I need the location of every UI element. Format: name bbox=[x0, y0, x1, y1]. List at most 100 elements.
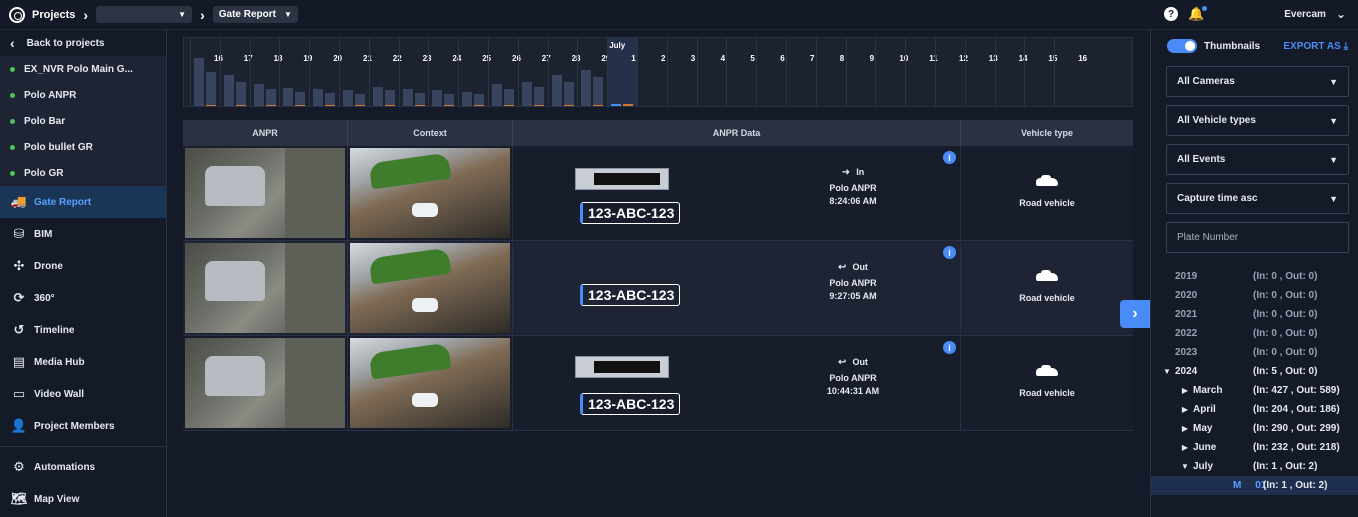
camera-item[interactable]: Polo bullet GR bbox=[0, 134, 166, 160]
caret-down-icon: ▼ bbox=[1329, 115, 1338, 126]
timeline-day-label[interactable]: 27 bbox=[542, 54, 551, 63]
timeline-day-label[interactable]: 20 bbox=[333, 54, 342, 63]
anpr-photo[interactable] bbox=[185, 338, 345, 428]
timeline-day-label[interactable]: 24 bbox=[452, 54, 461, 63]
timeline-day-label[interactable]: 10 bbox=[899, 54, 908, 63]
timeline-day-label[interactable]: 3 bbox=[691, 54, 695, 63]
date-tree-item[interactable]: 2023 (In: 0 , Out: 0) bbox=[1151, 343, 1358, 362]
thumbnails-toggle[interactable] bbox=[1167, 39, 1197, 53]
bell-icon[interactable]: 🔔 bbox=[1188, 6, 1208, 22]
timeline-day-label[interactable]: 16 bbox=[1078, 54, 1087, 63]
nav-item[interactable]: ✣ Drone bbox=[0, 250, 166, 282]
export-as-button[interactable]: EXPORT AS ⤓ bbox=[1283, 41, 1348, 52]
filter-value: Capture time asc bbox=[1177, 193, 1258, 204]
date-tree-item[interactable]: ▼ 2024 (In: 5 , Out: 0) bbox=[1151, 362, 1358, 381]
timeline-day-label[interactable]: 6 bbox=[780, 54, 784, 63]
user-menu[interactable]: Evercam bbox=[1284, 9, 1326, 20]
timeline-day-label[interactable]: 11 bbox=[929, 54, 937, 63]
timeline-day-label[interactable]: 5 bbox=[750, 54, 754, 63]
filter-select[interactable]: Capture time asc ▼ bbox=[1166, 183, 1349, 214]
timeline-day-label[interactable]: 12 bbox=[959, 54, 968, 63]
plate-crop-image bbox=[575, 168, 669, 190]
evercam-logo-icon[interactable] bbox=[9, 6, 25, 23]
timeline-day-label[interactable]: 21 bbox=[363, 54, 372, 63]
date-tree-item[interactable]: ▶ June (In: 232 , Out: 218) bbox=[1151, 438, 1358, 457]
table-row[interactable]: 123-ABC-123 ➜ In Polo ANPR 8:24:06 AM i Road v… bbox=[183, 146, 1133, 241]
nav-item[interactable]: 👤 Project Members bbox=[0, 410, 166, 442]
date-tree-item[interactable]: 2022 (In: 0 , Out: 0) bbox=[1151, 324, 1358, 343]
context-photo[interactable] bbox=[350, 243, 510, 333]
timeline-day-label[interactable]: 9 bbox=[870, 54, 874, 63]
timeline-day-label[interactable]: 4 bbox=[721, 54, 725, 63]
date-tree-item[interactable]: ▶ April (In: 204 , Out: 186) bbox=[1151, 400, 1358, 419]
nav-item[interactable]: ⚙ Automations bbox=[0, 451, 166, 483]
table-row[interactable]: 123-ABC-123 ↩ Out Polo ANPR 10:44:31 AM i Road… bbox=[183, 336, 1133, 431]
timeline-day-label[interactable]: 8 bbox=[840, 54, 844, 63]
help-icon[interactable]: ? bbox=[1164, 7, 1179, 21]
expand-panel-button[interactable]: › bbox=[1120, 300, 1150, 328]
nav-label: Video Wall bbox=[34, 388, 85, 400]
timeline-out-bar bbox=[295, 91, 306, 106]
timeline-day-label[interactable]: 15 bbox=[1048, 54, 1057, 63]
date-tree-item[interactable]: ▶ March (In: 427 , Out: 589) bbox=[1151, 381, 1358, 400]
back-to-projects[interactable]: ‹ Back to projects bbox=[0, 30, 166, 56]
timeline-day-label[interactable]: 17 bbox=[244, 54, 253, 63]
timeline-day-label[interactable]: 13 bbox=[989, 54, 998, 63]
date-tree-item[interactable]: 2020 (In: 0 , Out: 0) bbox=[1151, 286, 1358, 305]
chevron-down-icon[interactable]: ⌄ bbox=[1336, 7, 1346, 21]
nav-item[interactable]: ⟳ 360° bbox=[0, 282, 166, 314]
timeline-day-label[interactable]: 16 bbox=[214, 54, 223, 63]
timeline-day-label[interactable]: 26 bbox=[512, 54, 521, 63]
filter-select[interactable]: All Events ▼ bbox=[1166, 144, 1349, 175]
info-icon[interactable]: i bbox=[943, 246, 956, 259]
timeline-day-label[interactable]: 28 bbox=[572, 54, 581, 63]
timeline-day-label[interactable]: 22 bbox=[393, 54, 402, 63]
context-photo[interactable] bbox=[350, 338, 510, 428]
photo-wall bbox=[285, 148, 345, 238]
anpr-photo[interactable] bbox=[185, 148, 345, 238]
project-dropdown[interactable]: ▼ bbox=[96, 6, 193, 23]
date-tree-item[interactable]: M 01 (In: 1 , Out: 2) bbox=[1151, 476, 1358, 495]
timeline-day-label[interactable]: 25 bbox=[482, 54, 491, 63]
nav-item[interactable]: ▭ Video Wall bbox=[0, 378, 166, 410]
breadcrumb-projects[interactable]: Projects bbox=[32, 9, 75, 21]
nav-label: Gate Report bbox=[34, 196, 92, 208]
timeline-day-label[interactable]: 7 bbox=[810, 54, 814, 63]
table-row[interactable]: 123-ABC-123 ↩ Out Polo ANPR 9:27:05 AM i Road … bbox=[183, 241, 1133, 336]
plate-number-input[interactable]: Plate Number bbox=[1166, 222, 1349, 253]
anpr-photo[interactable] bbox=[185, 243, 345, 333]
date-tree-item[interactable]: ▶ May (In: 290 , Out: 299) bbox=[1151, 419, 1358, 438]
nav-item[interactable]: ↺ Timeline bbox=[0, 314, 166, 346]
timeline-chart[interactable]: 16 17 18 19 20 21 22 23 24 25 26 27 28 29 July 1 2 3 4 5 6 7 8… bbox=[183, 37, 1133, 107]
timeline-day-label[interactable]: 1 bbox=[631, 54, 635, 63]
plate-number[interactable]: 123-ABC-123 bbox=[580, 284, 681, 306]
info-icon[interactable]: i bbox=[943, 341, 956, 354]
camera-item[interactable]: Polo ANPR bbox=[0, 82, 166, 108]
camera-item[interactable]: EX_NVR Polo Main G... bbox=[0, 56, 166, 82]
nav-item[interactable]: 🗺 Map View bbox=[0, 483, 166, 515]
page-dropdown[interactable]: Gate Report ▼ bbox=[212, 6, 298, 23]
date-tree-item[interactable]: 2019 (In: 0 , Out: 0) bbox=[1151, 267, 1358, 286]
timeline-out-bar-edge bbox=[533, 105, 544, 106]
plate-number[interactable]: 123-ABC-123 bbox=[580, 393, 681, 415]
filter-select[interactable]: All Vehicle types ▼ bbox=[1166, 105, 1349, 136]
timeline-day-label[interactable]: 18 bbox=[274, 54, 283, 63]
timeline-day-label[interactable]: 19 bbox=[303, 54, 312, 63]
nav-item[interactable]: ▤ Media Hub bbox=[0, 346, 166, 378]
date-tree-item[interactable]: 2021 (In: 0 , Out: 0) bbox=[1151, 305, 1358, 324]
filter-select[interactable]: All Cameras ▼ bbox=[1166, 66, 1349, 97]
nav-item[interactable]: 🚚 Gate Report bbox=[0, 186, 166, 218]
timeline-day-label[interactable]: 23 bbox=[423, 54, 432, 63]
date-tree-item[interactable]: ▼ July (In: 1 , Out: 2) bbox=[1151, 457, 1358, 476]
timeline-day-label[interactable]: 14 bbox=[1019, 54, 1028, 63]
camera-item[interactable]: Polo GR bbox=[0, 160, 166, 186]
caret-right-icon: ▶ bbox=[1181, 405, 1189, 414]
plate-number[interactable]: 123-ABC-123 bbox=[580, 202, 681, 224]
timeline-divider bbox=[547, 38, 549, 106]
timeline-day-label[interactable]: 2 bbox=[661, 54, 665, 63]
info-icon[interactable]: i bbox=[943, 151, 956, 164]
camera-item[interactable]: Polo Bar bbox=[0, 108, 166, 134]
context-photo[interactable] bbox=[350, 148, 510, 238]
nav-item[interactable]: ⛁ BIM bbox=[0, 218, 166, 250]
vehicle-type-cell: Road vehicle bbox=[961, 146, 1133, 240]
